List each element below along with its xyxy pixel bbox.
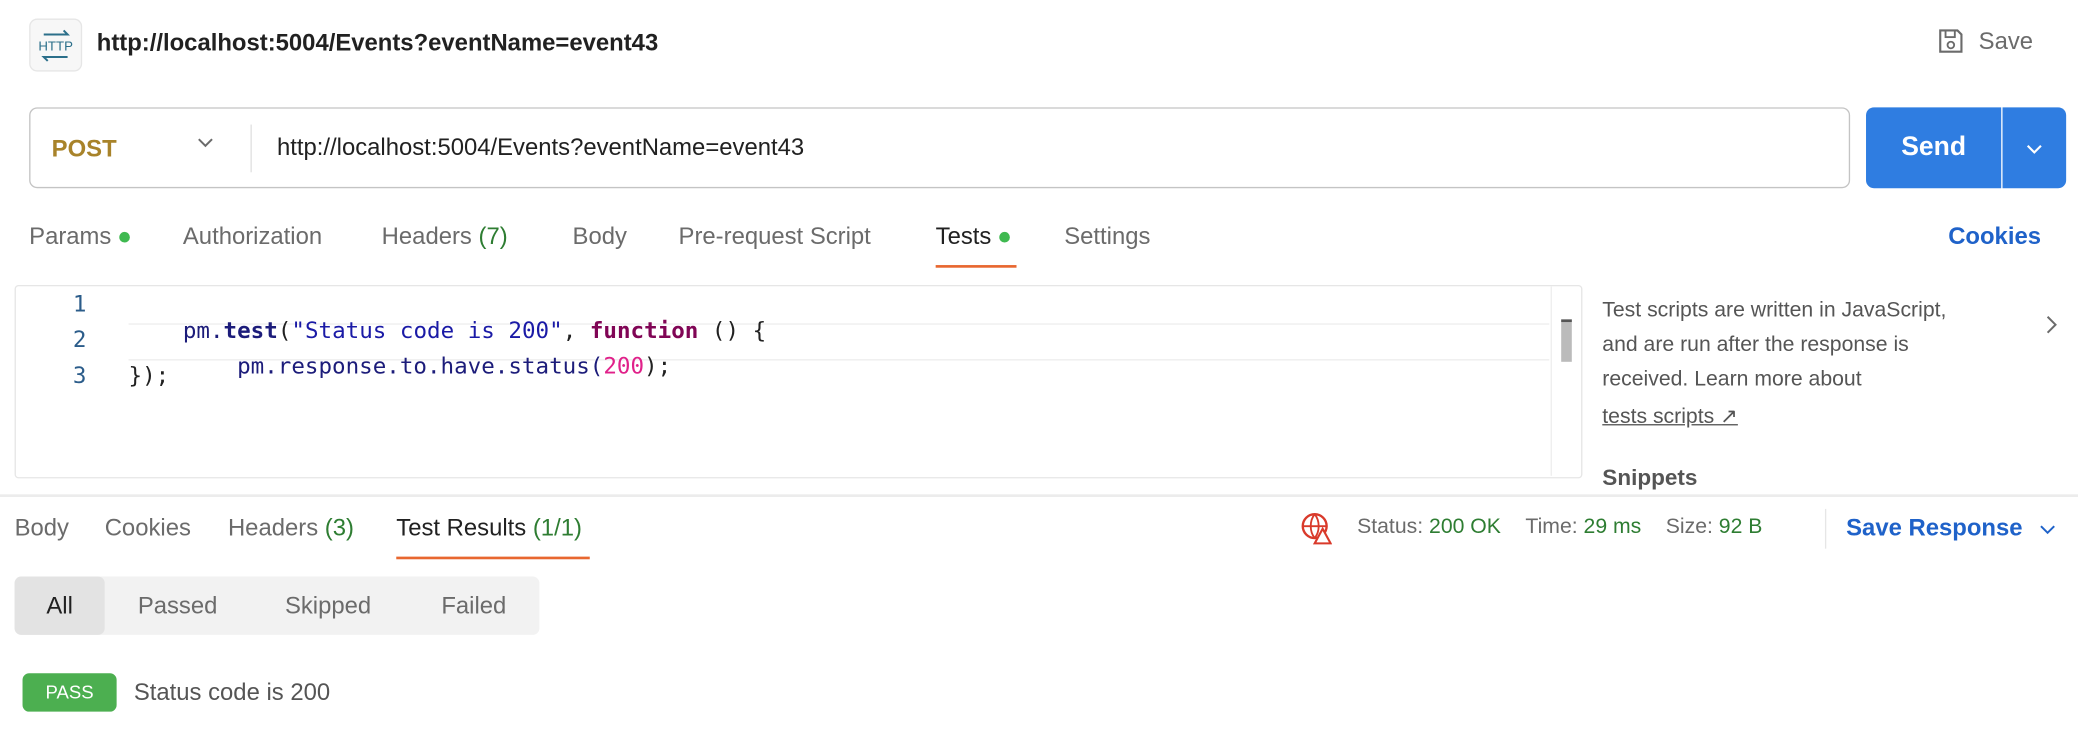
chevron-right-icon[interactable] (2042, 314, 2061, 342)
save-button[interactable]: Save (1936, 27, 2033, 56)
tab-authorization[interactable]: Authorization (183, 223, 322, 251)
tab-underline (396, 556, 590, 560)
tab-underline (935, 265, 1017, 268)
response-tab-test-results[interactable]: Test Results (1/1) (396, 514, 582, 542)
tab-label: Test Results (396, 514, 527, 541)
help-text: and are run after the response is (1602, 333, 1909, 357)
chevron-down-icon (2040, 524, 2056, 534)
method-select[interactable]: POST (30, 109, 250, 187)
divider (1824, 508, 1827, 549)
filter-passed[interactable]: Passed (138, 592, 218, 620)
filter-all[interactable]: All (14, 576, 105, 635)
scrollbar-thumb[interactable] (1561, 319, 1572, 362)
tab-pre-request-script[interactable]: Pre-request Script (679, 223, 871, 251)
pass-badge: PASS (22, 673, 117, 712)
active-dot (119, 232, 130, 243)
editor-scrollbar[interactable] (1550, 286, 1581, 476)
http-icon: HTTP (29, 18, 83, 72)
code-line: pm.response.to.have.status(200); (182, 353, 672, 381)
line-number: 3 (72, 363, 87, 390)
url-input[interactable]: http://localhost:5004/Events?eventName=e… (277, 134, 804, 162)
code-line: }); (128, 363, 170, 390)
tests-scripts-link[interactable]: tests scripts ↗ (1602, 403, 1738, 430)
snippets-heading: Snippets (1602, 465, 1698, 491)
size-value: 92 B (1718, 515, 1763, 539)
save-response-button[interactable]: Save Response (1846, 514, 2057, 542)
svg-text:HTTP: HTTP (38, 38, 73, 53)
method-label: POST (51, 135, 117, 162)
tab-params[interactable]: Params (29, 223, 130, 251)
time-value: 29 ms (1583, 515, 1642, 539)
tab-headers[interactable]: Headers (7) (382, 223, 508, 251)
pane-divider[interactable] (0, 494, 2078, 497)
filter-failed[interactable]: Failed (441, 592, 506, 620)
headers-count: (3) (324, 514, 354, 541)
tab-body[interactable]: Body (573, 223, 627, 251)
network-warning-icon[interactable] (1300, 512, 1333, 553)
divider (250, 124, 252, 173)
filter-skipped[interactable]: Skipped (285, 592, 371, 620)
help-text: Test scripts are written in JavaScript, (1602, 299, 1947, 323)
chevron-down-icon (196, 133, 215, 158)
active-dot (999, 232, 1010, 243)
save-response-label: Save Response (1846, 514, 2023, 541)
save-icon (1939, 29, 1963, 53)
save-label: Save (1978, 27, 2034, 54)
response-tab-body[interactable]: Body (15, 514, 69, 542)
tab-label: Tests (935, 222, 992, 250)
chevron-down-icon (2026, 144, 2042, 154)
tab-tests[interactable]: Tests (936, 223, 1010, 251)
send-button[interactable]: Send (1866, 107, 2002, 189)
response-tab-headers[interactable]: Headers (3) (228, 514, 354, 542)
cookies-link[interactable]: Cookies (1948, 223, 2041, 251)
tab-label: Params (29, 222, 112, 250)
response-tab-cookies[interactable]: Cookies (105, 514, 191, 542)
request-title: http://localhost:5004/Events?eventName=e… (96, 29, 659, 56)
tab-label: Headers (227, 514, 319, 541)
help-text: received. Learn more about (1602, 368, 1862, 391)
tab-settings[interactable]: Settings (1064, 223, 1150, 251)
tab-label: Headers (381, 222, 472, 250)
send-options-button[interactable] (2002, 107, 2067, 189)
test-results-count: (1/1) (532, 514, 582, 541)
response-status: Status: 200 OK Time: 29 ms Size: 92 B (1357, 515, 1763, 539)
test-result-name: Status code is 200 (133, 678, 331, 706)
line-number: 1 (72, 291, 87, 319)
headers-count: (7) (478, 222, 508, 250)
line-number: 2 (72, 327, 87, 354)
status-value: 200 OK (1429, 515, 1501, 539)
